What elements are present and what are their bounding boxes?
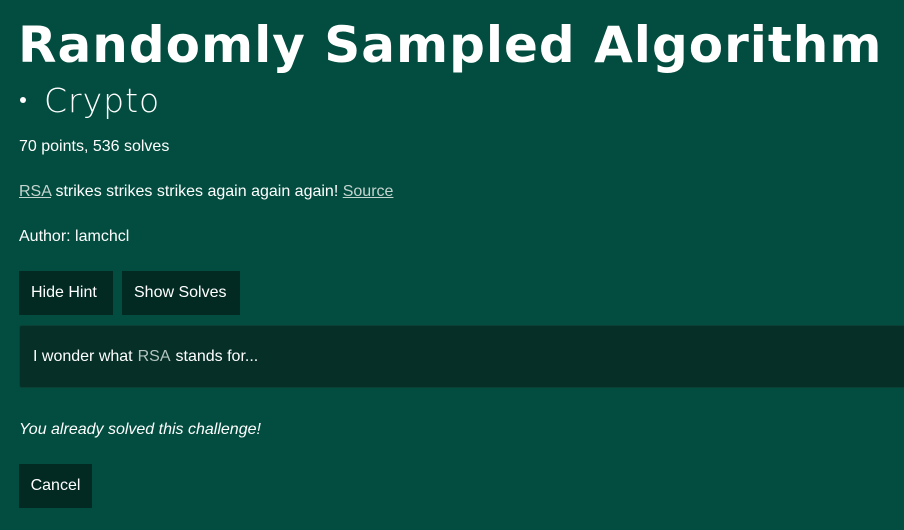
challenge-category: Crypto <box>18 80 160 120</box>
challenge-stats: 70 points, 536 solves <box>19 138 170 155</box>
hint-panel: I wonder what RSA stands for... <box>19 325 904 388</box>
challenge-author: Author: lamchcl <box>19 228 130 245</box>
challenge-page: Randomly Sampled Algorithm Crypto 70 poi… <box>0 0 904 530</box>
solved-message: You already solved this challenge! <box>19 421 261 438</box>
show-solves-button[interactable]: Show Solves <box>122 271 240 315</box>
cancel-button[interactable]: Cancel <box>19 464 92 508</box>
source-link[interactable]: Source <box>343 183 394 200</box>
description-text: strikes strikes strikes again again agai… <box>55 183 339 200</box>
hint-prefix: I wonder what <box>33 347 133 365</box>
hint-suffix: stands for... <box>175 347 259 365</box>
category-label: Crypto <box>44 80 161 120</box>
challenge-description: RSA strikes strikes strikes again again … <box>19 182 393 202</box>
bullet-icon <box>20 97 26 103</box>
hint-highlight: RSA <box>137 347 171 365</box>
hide-hint-button[interactable]: Hide Hint <box>19 271 113 315</box>
rsa-link[interactable]: RSA <box>19 183 51 200</box>
challenge-title: Randomly Sampled Algorithm <box>18 16 883 74</box>
